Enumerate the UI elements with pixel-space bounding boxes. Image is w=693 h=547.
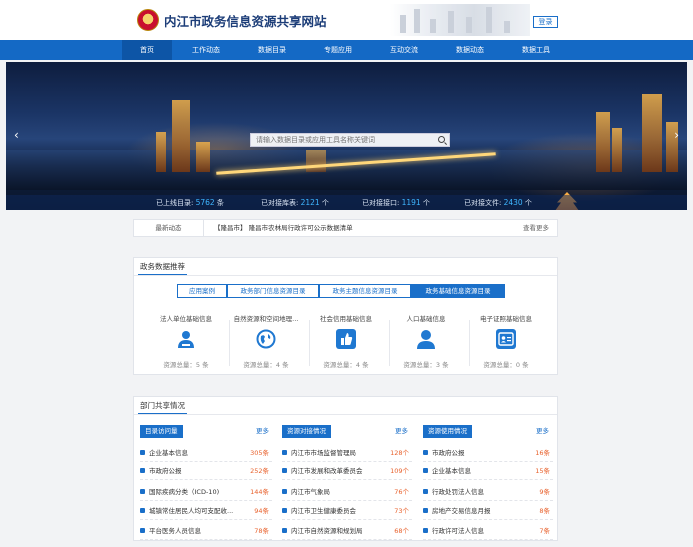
resource-docking-more-link[interactable]: 更多 bbox=[395, 425, 408, 438]
panel-title: 政务数据推荐 bbox=[138, 261, 187, 276]
stat-interfaces: 已对接接口: 1191 个 bbox=[362, 198, 430, 207]
list-item[interactable]: 行政许可法人信息 7条 bbox=[423, 522, 553, 540]
login-button[interactable]: 登录 bbox=[533, 16, 558, 28]
stat-files: 已对接文件: 2430 个 bbox=[464, 198, 532, 207]
list-item[interactable]: 房地产交易信息月报 8条 bbox=[423, 502, 553, 520]
list-bullet-icon bbox=[140, 468, 145, 473]
list-item[interactable]: 内江市发展和改革委员会 109个 bbox=[282, 462, 412, 480]
list-item[interactable]: 市政府公报 252条 bbox=[140, 462, 272, 480]
hero-banner: ‹ › 已上线目录: 5762 条 已对接库表: 2121 个 已对接接口: 1… bbox=[6, 62, 687, 210]
site-header: 内江市政务信息资源共享网站 登录 bbox=[0, 0, 693, 40]
list-item[interactable]: 企业基本信息 305条 bbox=[140, 444, 272, 462]
tab-department-catalog[interactable]: 政务部门信息资源目录 bbox=[227, 284, 319, 298]
list-item[interactable]: 市政府公报 16条 bbox=[423, 444, 553, 462]
list-bullet-icon bbox=[140, 489, 145, 494]
list-bullet-icon bbox=[423, 489, 428, 494]
banner-search-box bbox=[250, 133, 450, 147]
list-item[interactable]: 内江市自然资源和规划局 68个 bbox=[282, 522, 412, 540]
panel-title: 部门共享情况 bbox=[138, 400, 187, 415]
stats-bar: 已上线目录: 5762 条 已对接库表: 2121 个 已对接接口: 1191 … bbox=[6, 195, 687, 210]
stat-catalogs: 已上线目录: 5762 条 bbox=[156, 198, 224, 207]
list-item[interactable]: 行政处罚法人信息 9条 bbox=[423, 483, 553, 501]
column-heading-catalog-visits: 目录访问量 bbox=[140, 425, 183, 438]
page: 内江市政务信息资源共享网站 登录 首页 工作动态 数据目录 专题应用 互动交流 … bbox=[0, 0, 693, 547]
user-icon bbox=[416, 329, 436, 349]
stat-tables: 已对接库表: 2121 个 bbox=[261, 198, 329, 207]
category-population[interactable]: 人口基础信息 资源总量：3 条 bbox=[386, 313, 466, 373]
nav-item-special-apps[interactable]: 专题应用 bbox=[313, 40, 363, 60]
thumbs-up-icon bbox=[336, 329, 356, 349]
latest-news-bar: 最新动态 【隆昌市】 隆昌市农林局行政许可公示数据清单 查看更多 bbox=[133, 219, 558, 237]
nav-item-work-news[interactable]: 工作动态 bbox=[181, 40, 231, 60]
category-natural-resources[interactable]: 自然资源和空间地理... 资源总量：4 条 bbox=[226, 313, 306, 373]
id-card-icon bbox=[496, 329, 516, 349]
search-input[interactable] bbox=[251, 134, 429, 146]
category-e-license[interactable]: 电子证照基础信息 资源总量：0 条 bbox=[466, 313, 546, 373]
list-bullet-icon bbox=[423, 450, 428, 455]
news-more-link[interactable]: 查看更多 bbox=[523, 220, 549, 236]
list-bullet-icon bbox=[423, 468, 428, 473]
nav-item-data-tools[interactable]: 数据工具 bbox=[511, 40, 561, 60]
list-bullet-icon bbox=[423, 508, 428, 513]
list-bullet-icon bbox=[282, 508, 287, 513]
globe-icon bbox=[256, 329, 276, 349]
nav-item-home[interactable]: 首页 bbox=[122, 40, 172, 60]
nav-item-data-catalog[interactable]: 数据目录 bbox=[247, 40, 297, 60]
tab-basic-catalog[interactable]: 政务基础信息资源目录 bbox=[411, 284, 505, 298]
list-item[interactable]: 内江市市场监督管理局 128个 bbox=[282, 444, 412, 462]
tab-theme-catalog[interactable]: 政务主题信息资源目录 bbox=[319, 284, 411, 298]
catalog-visits-more-link[interactable]: 更多 bbox=[256, 425, 269, 438]
news-label: 最新动态 bbox=[134, 220, 204, 236]
banner-next-arrow-icon[interactable]: › bbox=[674, 128, 679, 142]
list-item[interactable]: 企业基本信息 15条 bbox=[423, 462, 553, 480]
list-item[interactable]: 城镇常住居民人均可支配收... 94条 bbox=[140, 502, 272, 520]
national-emblem-icon bbox=[137, 9, 159, 31]
site-title: 内江市政务信息资源共享网站 bbox=[164, 14, 327, 29]
list-bullet-icon bbox=[423, 528, 428, 533]
main-nav: 首页 工作动态 数据目录 专题应用 互动交流 数据动态 数据工具 bbox=[0, 40, 693, 60]
list-item[interactable]: 内江市气象局 76个 bbox=[282, 483, 412, 501]
list-bullet-icon bbox=[282, 468, 287, 473]
list-bullet-icon bbox=[140, 508, 145, 513]
department-sharing-panel: 部门共享情况 目录访问量 更多 企业基本信息 305条 市政府公报 252条 国际疾… bbox=[133, 396, 558, 541]
column-heading-resource-usage: 资源使用情况 bbox=[423, 425, 472, 438]
river-scene bbox=[6, 150, 687, 190]
column-heading-resource-docking: 资源对接情况 bbox=[282, 425, 331, 438]
category-legal-entity[interactable]: 法人单位基础信息 资源总量：5 条 bbox=[146, 313, 226, 373]
list-item[interactable]: 平台医务人员信息 78条 bbox=[140, 522, 272, 540]
list-bullet-icon bbox=[282, 528, 287, 533]
tab-app-cases[interactable]: 应用案例 bbox=[177, 284, 227, 298]
list-item[interactable]: 国际疾病分类（ICD-10) 144条 bbox=[140, 483, 272, 501]
banner-prev-arrow-icon[interactable]: ‹ bbox=[14, 128, 19, 142]
list-bullet-icon bbox=[140, 528, 145, 533]
header-skyline-decoration bbox=[390, 4, 530, 36]
list-bullet-icon bbox=[282, 489, 287, 494]
search-icon[interactable] bbox=[438, 136, 445, 143]
category-social-credit[interactable]: 社会信用基础信息 资源总量：4 条 bbox=[306, 313, 386, 373]
person-icon bbox=[176, 329, 196, 349]
resource-usage-more-link[interactable]: 更多 bbox=[536, 425, 549, 438]
data-recommend-panel: 政务数据推荐 应用案例 政务部门信息资源目录 政务主题信息资源目录 政务基础信息… bbox=[133, 257, 558, 375]
nav-item-interaction[interactable]: 互动交流 bbox=[379, 40, 429, 60]
list-bullet-icon bbox=[282, 450, 287, 455]
list-bullet-icon bbox=[140, 450, 145, 455]
list-item[interactable]: 内江市卫生健康委员会 73个 bbox=[282, 502, 412, 520]
news-headline-link[interactable]: 【隆昌市】 隆昌市农林局行政许可公示数据清单 bbox=[214, 220, 353, 236]
nav-item-data-news[interactable]: 数据动态 bbox=[445, 40, 495, 60]
